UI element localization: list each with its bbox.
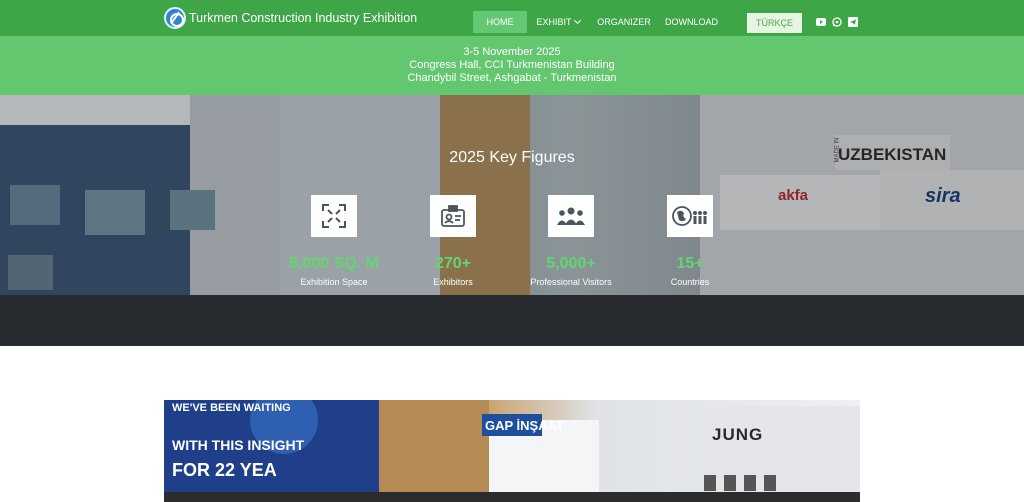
top-navigation-bar: Turkmen Construction Industry Exhibition… (0, 0, 1024, 36)
brand-name: Turkmen Construction Industry Exhibition (189, 11, 418, 25)
stat-value: 270+ (434, 255, 472, 272)
group-people-icon (548, 195, 594, 237)
stat-value: 8,000 SQ. M (289, 255, 379, 272)
stat-label: Exhibition Space (300, 277, 368, 287)
exhibition-logo-icon (164, 7, 186, 29)
gap-insaat-sign: GAP İNŞAAT (485, 418, 564, 433)
stat-label: Professional Visitors (530, 277, 612, 287)
telegram-icon[interactable] (848, 17, 858, 27)
stat-label: Exhibitors (433, 277, 473, 287)
stat-label: Countries (670, 277, 710, 287)
youtube-icon[interactable] (816, 17, 826, 27)
event-info-band: 3-5 November 2025 Congress Hall, CCI Tur… (0, 36, 1024, 95)
stat-professional-visitors: 5,000+ Professional Visitors (506, 195, 636, 287)
globe-people-icon (667, 195, 713, 237)
nav-home[interactable]: HOME (473, 11, 527, 33)
language-button[interactable]: TÜRKÇE (747, 13, 802, 33)
jung-sign: JUNG (712, 425, 764, 444)
stat-value: 15+ (676, 255, 704, 272)
banner-line-1: WE'VE BEEN WAITING (172, 402, 291, 414)
id-badge-icon (430, 195, 476, 237)
banner-line-3: FOR 22 YEA (172, 460, 277, 480)
key-figures-title: 2025 Key Figures (449, 149, 575, 166)
event-address: Chandybil Street, Ashgabat - Turkmenista… (407, 72, 617, 84)
social-links (816, 17, 858, 27)
whatsapp-icon[interactable] (832, 17, 842, 27)
event-venue: Congress Hall, CCI Turkmenistan Building (409, 59, 615, 71)
stat-exhibitors: 270+ Exhibitors (388, 195, 518, 287)
main-nav: HOME EXHIBIT ORGANIZER DOWNLOAD (473, 11, 724, 33)
nav-download[interactable]: DOWNLOAD (659, 11, 724, 33)
nav-exhibit[interactable]: EXHIBIT (527, 11, 589, 33)
stat-value: 5,000+ (546, 255, 596, 272)
key-figures-hero: MADE IN UZBEKISTAN akfa sira 2025 Key Fi… (0, 95, 1024, 346)
brand[interactable]: Turkmen Construction Industry Exhibition (164, 6, 417, 30)
area-expand-icon (311, 195, 357, 237)
stat-countries: 15+ Countries (625, 195, 755, 287)
event-date: 3-5 November 2025 (463, 46, 561, 58)
exhibition-photo: WE'VE BEEN WAITING WITH THIS INSIGHT FOR… (164, 400, 860, 502)
nav-organizer[interactable]: ORGANIZER (589, 11, 659, 33)
chevron-down-icon (573, 16, 581, 25)
nav-exhibit-label: EXHIBIT (536, 17, 572, 27)
stat-exhibition-space: 8,000 SQ. M Exhibition Space (269, 195, 399, 287)
banner-line-2: WITH THIS INSIGHT (172, 437, 305, 453)
